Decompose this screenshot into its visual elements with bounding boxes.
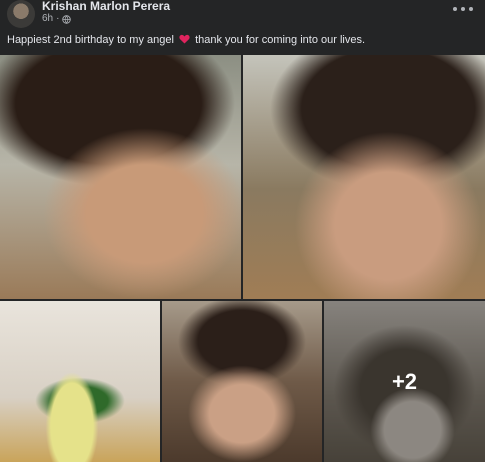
globe-icon[interactable] xyxy=(62,14,72,24)
post-caption: Happiest 2nd birthday to my angel thank … xyxy=(7,34,365,47)
more-photos-count: +2 xyxy=(391,368,418,394)
post-meta: 6h · xyxy=(42,13,72,25)
more-photos-overlay[interactable]: +2 xyxy=(324,301,485,462)
author-name[interactable]: Krishan Marlon Perera xyxy=(42,0,170,13)
photo-2[interactable] xyxy=(243,55,485,299)
photo-3[interactable] xyxy=(0,301,160,462)
meta-separator: · xyxy=(56,13,60,24)
post-header: Krishan Marlon Perera 6h · xyxy=(0,0,485,30)
author-avatar[interactable] xyxy=(7,0,35,28)
caption-text-end: thank you for coming into our lives. xyxy=(195,34,366,46)
photo-5-more[interactable]: +2 xyxy=(324,301,485,462)
more-options-icon[interactable] xyxy=(451,2,475,16)
post-time[interactable]: 6h xyxy=(42,13,53,25)
caption-text-start: Happiest 2nd birthday to my angel xyxy=(7,34,174,46)
photo-1[interactable] xyxy=(0,55,241,299)
red-heart-icon xyxy=(179,34,190,44)
photo-4[interactable] xyxy=(162,301,322,462)
